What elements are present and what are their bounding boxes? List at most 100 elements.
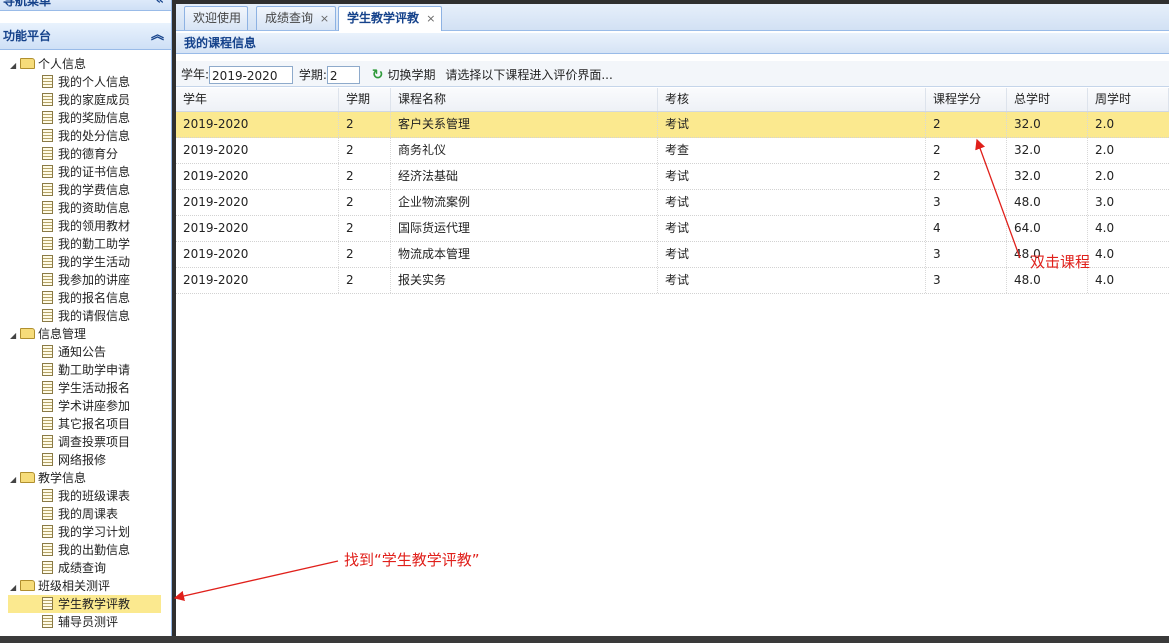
tree-item[interactable]: 其它报名项目 xyxy=(0,415,171,433)
table-cell: 2 xyxy=(339,138,391,163)
tree-item[interactable]: 调查投票项目 xyxy=(0,433,171,451)
panel-title: 我的课程信息 xyxy=(176,33,1169,54)
table-cell: 经济法基础 xyxy=(391,164,658,189)
table-cell: 2 xyxy=(339,268,391,293)
tree-item[interactable]: 我的学习计划 xyxy=(0,523,171,541)
tree-item[interactable]: 我的学费信息 xyxy=(0,181,171,199)
tree-item[interactable]: 我的德育分 xyxy=(0,145,171,163)
tree-item-label: 我的班级课表 xyxy=(58,489,131,503)
document-icon xyxy=(42,165,53,178)
table-row[interactable]: 2019-2020 2 报关实务 考试 3 48.0 4.0 xyxy=(176,268,1169,294)
table-cell: 4.0 xyxy=(1095,273,1115,287)
tree-item-label: 通知公告 xyxy=(58,345,107,359)
expand-triangle-icon[interactable]: ◢ xyxy=(10,57,20,75)
tree-item[interactable]: 我的个人信息 xyxy=(0,73,171,91)
window-bottom-edge xyxy=(0,636,1169,643)
table-cell: 4.0 xyxy=(1095,221,1115,235)
tree-group[interactable]: ◢ 班级相关测评 xyxy=(0,577,171,595)
column-header[interactable]: 课程学分 xyxy=(926,88,1007,111)
toolbar: 学年: 2019-2020 学期: 2 ↻ 切换学期 请选择以下课程进入评价界面... xyxy=(176,61,1169,87)
close-icon[interactable]: × xyxy=(426,12,435,25)
table-row[interactable]: 2019-2020 2 商务礼仪 考查 2 32.0 2.0 xyxy=(176,138,1169,164)
column-header[interactable]: 总学时 xyxy=(1007,88,1088,111)
tree-item-label: 我的周课表 xyxy=(58,507,119,521)
tree-group[interactable]: ◢ 个人信息 xyxy=(0,55,171,73)
tree-item[interactable]: 我的领用教材 xyxy=(0,217,171,235)
tree-item[interactable]: 学生教学评教 xyxy=(8,595,161,613)
tree-item[interactable]: 我的证书信息 xyxy=(0,163,171,181)
tree-item[interactable]: 我的报名信息 xyxy=(0,289,171,307)
tree-item[interactable]: 我参加的讲座 xyxy=(0,271,171,289)
table-row[interactable]: 2019-2020 2 经济法基础 考试 2 32.0 2.0 xyxy=(176,164,1169,190)
tree-item[interactable]: 我的请假信息 xyxy=(0,307,171,325)
expand-triangle-icon[interactable]: ◢ xyxy=(10,579,20,597)
nav-menu-header: 导航菜单 « xyxy=(0,0,171,11)
tree-item[interactable]: 我的周课表 xyxy=(0,505,171,523)
table-row[interactable]: 2019-2020 2 客户关系管理 考试 2 32.0 2.0 xyxy=(176,112,1169,138)
tree-item-label: 我的家庭成员 xyxy=(58,93,131,107)
refresh-icon: ↻ xyxy=(371,66,384,83)
tree-item[interactable]: 学术讲座参加 xyxy=(0,397,171,415)
tree-item-label: 我的证书信息 xyxy=(58,165,131,179)
switch-term-button[interactable]: ↻ 切换学期 xyxy=(371,66,436,83)
document-icon xyxy=(42,75,53,88)
table-row[interactable]: 2019-2020 2 物流成本管理 考试 3 48.0 4.0 xyxy=(176,242,1169,268)
year-input[interactable]: 2019-2020 xyxy=(209,65,294,84)
table-cell: 2 xyxy=(339,190,391,215)
tree-item-label: 勤工助学申请 xyxy=(58,363,131,377)
column-header[interactable]: 课程名称 xyxy=(391,88,658,111)
course-grid: 学年 学期 课程名称 考核 课程学分 总学时 周学时 2019-2020 2 客户关系管理 考试 2 3… xyxy=(176,88,1169,294)
tab-student-evaluation[interactable]: 学生教学评教 × xyxy=(338,6,443,31)
table-cell: 64.0 xyxy=(1007,216,1088,241)
tree-item[interactable]: 我的资助信息 xyxy=(0,199,171,217)
nav-menu-title: 导航菜单 xyxy=(3,0,52,8)
table-cell: 48.0 xyxy=(1007,190,1088,215)
table-row[interactable]: 2019-2020 2 国际货运代理 考试 4 64.0 4.0 xyxy=(176,216,1169,242)
table-cell: 商务礼仪 xyxy=(391,138,658,163)
tree-item[interactable]: 我的家庭成员 xyxy=(0,91,171,109)
platform-header[interactable]: 功能平台 ︽ xyxy=(0,23,171,50)
document-icon xyxy=(42,147,53,160)
expand-triangle-icon[interactable]: ◢ xyxy=(10,327,20,345)
table-row[interactable]: 2019-2020 2 企业物流案例 考试 3 48.0 3.0 xyxy=(176,190,1169,216)
table-cell: 考试 xyxy=(658,112,926,137)
tree-item[interactable]: 我的学生活动 xyxy=(0,253,171,271)
table-cell: 2019-2020 xyxy=(176,164,339,189)
column-header[interactable]: 学年 xyxy=(176,88,339,111)
tree-group[interactable]: ◢ 信息管理 xyxy=(0,325,171,343)
table-cell: 32.0 xyxy=(1007,164,1088,189)
double-chevron-left-icon[interactable]: « xyxy=(156,0,164,10)
tab-welcome[interactable]: 欢迎使用 xyxy=(184,6,249,30)
folder-icon xyxy=(20,58,35,69)
term-input[interactable]: 2 xyxy=(326,65,360,84)
tree-item[interactable]: 我的处分信息 xyxy=(0,127,171,145)
column-header[interactable]: 考核 xyxy=(658,88,926,111)
nav-tree: ◢ 个人信息 我的个人信息我的家庭成员我的奖励信息 我的处分信息 我的德育分我的证书信息… xyxy=(0,50,171,631)
table-cell: 考查 xyxy=(658,138,926,163)
tab-grade-query[interactable]: 成绩查询 × xyxy=(256,6,337,30)
annotation-find-item: 找到“学生教学评教” xyxy=(344,551,480,569)
tree-item[interactable]: 我的出勤信息 xyxy=(0,541,171,559)
tree-item[interactable]: 辅导员测评 xyxy=(0,613,171,631)
tree-item[interactable]: 我的班级课表 xyxy=(0,487,171,505)
table-cell: 考试 xyxy=(658,242,926,267)
column-header[interactable]: 学期 xyxy=(339,88,391,111)
tree-item-label: 我的勤工助学 xyxy=(58,237,131,251)
expand-triangle-icon[interactable]: ◢ xyxy=(10,471,20,489)
tree-item[interactable]: 成绩查询 xyxy=(0,559,171,577)
column-header[interactable]: 周学时 xyxy=(1088,88,1169,111)
table-cell: 2.0 xyxy=(1095,169,1115,183)
document-icon xyxy=(42,615,53,628)
tree-item[interactable]: 勤工助学申请 xyxy=(0,361,171,379)
tree-item[interactable]: 我的勤工助学 xyxy=(0,235,171,253)
close-icon[interactable]: × xyxy=(320,12,329,25)
tree-item[interactable]: 学生活动报名 xyxy=(0,379,171,397)
tree-item[interactable]: 我的奖励信息 xyxy=(0,109,171,127)
tree-item-label: 我的学费信息 xyxy=(58,183,131,197)
tree-group[interactable]: ◢ 教学信息 xyxy=(0,469,171,487)
document-icon xyxy=(42,435,53,448)
tree-item[interactable]: 通知公告 xyxy=(0,343,171,361)
table-cell: 考试 xyxy=(658,190,926,215)
double-chevron-up-icon[interactable]: ︽ xyxy=(151,23,164,49)
tree-item[interactable]: 网络报修 xyxy=(0,451,171,469)
